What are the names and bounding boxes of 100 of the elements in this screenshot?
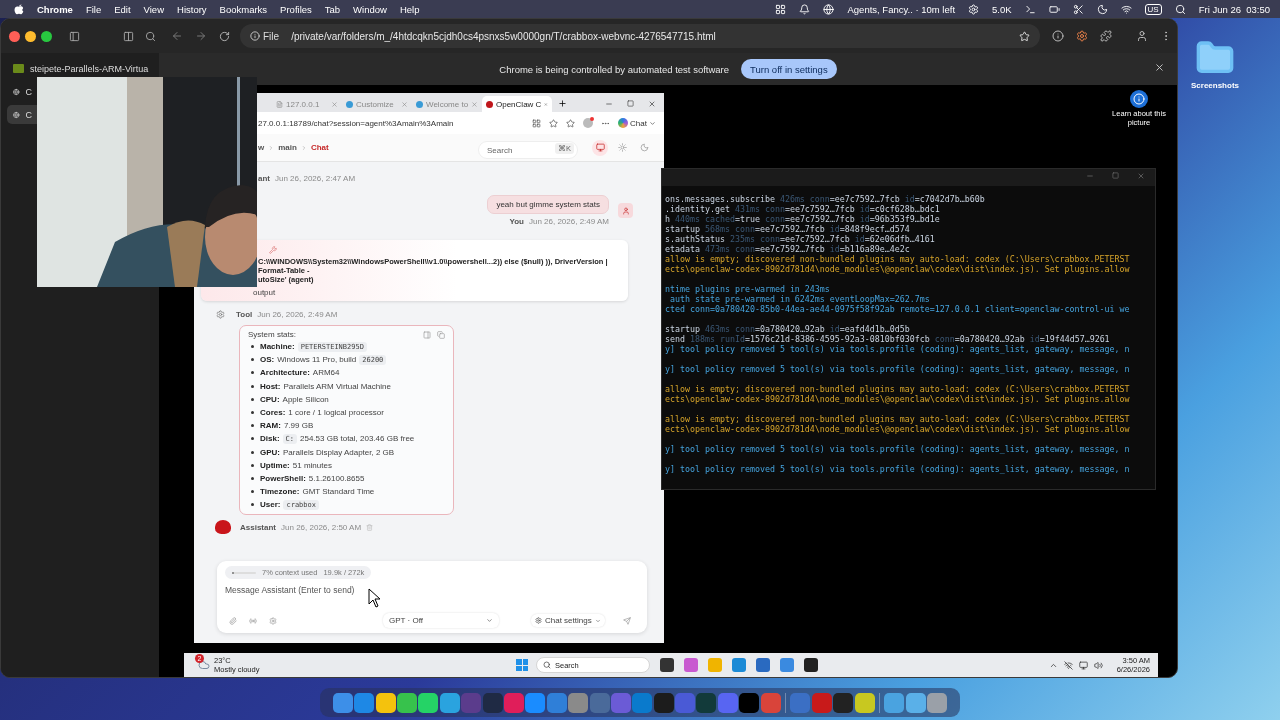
app-icon[interactable] [354,692,375,713]
app-icon[interactable] [525,692,546,713]
send-icon[interactable] [622,616,631,625]
favorite-icon[interactable] [549,118,559,128]
bullet-icon [251,437,254,441]
apple-icon[interactable] [14,3,24,15]
breadcrumb-link[interactable]: w [258,143,265,152]
address-bar[interactable]: File /private/var/folders/m_/4htdcqkn5cjdh0cs4psnxs5w0000gn/T/crabbox-webvnc-4276547715.html [240,24,1040,48]
forward-icon[interactable] [195,30,207,42]
reload-icon[interactable] [219,30,230,42]
terminal-icon[interactable] [1024,3,1036,15]
sidebar-icon[interactable] [69,30,80,42]
maximize-icon[interactable] [1112,172,1119,179]
search-icon[interactable] [145,30,156,42]
taskbar-app-icon[interactable] [684,658,698,672]
favorites-icon[interactable] [566,118,576,128]
new-tab-icon[interactable] [558,99,567,108]
notification-icon[interactable] [799,3,811,15]
browser-tab[interactable]: OpenClaw C [482,96,552,112]
theme-button[interactable] [592,139,608,156]
taskbar-app-icon[interactable] [756,658,770,672]
copy-icon[interactable] [437,330,445,339]
maximize-icon[interactable] [627,100,634,107]
menu-item[interactable]: Edit [114,3,131,15]
profile-avatar[interactable] [583,118,594,128]
app-icon[interactable] [375,692,396,713]
app-menu[interactable]: Chrome [37,3,73,15]
sidebar-item[interactable]: C [7,105,38,124]
close-icon[interactable] [1154,62,1165,73]
extension-icon[interactable] [1076,30,1088,42]
bullet-icon [251,371,254,375]
minimize-button[interactable] [25,30,36,42]
app-icon[interactable] [397,692,417,713]
taskbar-app-icon[interactable] [780,658,794,672]
stat-label: OS: [260,355,275,365]
stat-label: Uptime: [260,460,290,470]
menu-item[interactable]: Profiles [280,3,312,15]
copilot-button[interactable]: Chat [618,118,656,128]
chevron-icon [594,617,601,624]
search-icon[interactable] [1174,3,1186,15]
taskbar-app-icon[interactable] [804,658,818,672]
clock[interactable]: Fri Jun 26 03:50 [1198,3,1270,15]
extension-icon[interactable] [1052,30,1064,42]
network-icon[interactable] [1063,660,1073,670]
model-select[interactable]: GPT · Off [383,613,499,628]
panel-icon[interactable] [423,330,431,339]
app-icon[interactable] [854,692,875,713]
menu-item[interactable]: File [85,3,102,15]
stat-value: Apple Silicon [282,394,329,404]
attach-icon[interactable] [229,616,237,625]
battery-icon[interactable] [1048,3,1060,15]
globe-icon[interactable] [823,3,835,15]
voice-icon[interactable] [249,616,257,625]
moon-icon[interactable] [1096,3,1108,15]
url-text[interactable]: 27.0.0.1:18789/chat?session=agent%3Amain%3Amain [258,118,525,128]
chat-settings-button[interactable]: Chat settings [531,614,605,627]
breadcrumb-link[interactable]: main [278,143,297,152]
volume-icon[interactable] [1093,660,1103,670]
menu-item[interactable]: Help [399,3,420,15]
turn-off-button[interactable]: Turn off in settings [741,59,837,79]
bullet-icon [251,424,254,428]
minimize-icon[interactable] [605,100,613,108]
sidebar-item[interactable]: C [7,82,38,101]
info-icon[interactable] [1130,90,1148,108]
search-icon [543,661,551,669]
input-source[interactable]: US [1144,3,1162,15]
app-icon[interactable] [439,692,460,713]
menu-item[interactable]: Window [353,3,387,15]
sidebar-item[interactable]: steipete-Parallels-ARM-Virtua [7,59,155,78]
extensions-icon[interactable] [1100,30,1112,42]
menu-item[interactable]: View [143,3,164,15]
bookmark-icon[interactable] [1019,30,1030,42]
display-icon[interactable] [1078,660,1088,670]
cloud-icon[interactable] [198,659,210,671]
close-icon[interactable] [648,100,656,108]
taskbar-app-icon[interactable] [732,658,746,672]
zoom-button[interactable] [41,30,52,42]
start-icon[interactable] [516,659,528,671]
menu-item[interactable]: Bookmarks [219,3,268,15]
menu-item[interactable]: History [177,3,207,15]
tabs-icon[interactable] [123,30,134,42]
back-icon[interactable] [171,30,183,42]
log-line: y] tool policy removed 5 tool(s) via tools.profile (coding): agents_list, gateway, message, n [665,344,1131,354]
page-icon [276,100,283,108]
status-item[interactable]: Agents, Fancy.. · 10m left [847,3,956,15]
cursor-icon [368,588,382,608]
profile-icon[interactable] [1136,30,1148,42]
menu-item[interactable]: Tab [324,3,341,15]
scissors-icon[interactable] [1072,3,1084,15]
counter-item[interactable]: 5.0K [992,3,1012,15]
split-icon[interactable] [532,118,542,128]
breadcrumb-link[interactable]: Chat [310,143,329,152]
app-icon[interactable] [332,692,353,713]
folder-label[interactable]: Screenshots [1191,81,1239,90]
close-button[interactable] [9,30,20,42]
log-line: ects\openclaw-codex-8902d781d4\node_modules\@openclaw\codex\dist\index.js). Set plugins.allow [665,264,1131,274]
wifi-icon[interactable] [1120,3,1132,15]
app-icon[interactable] [418,692,439,713]
message-input[interactable]: Message Assistant (Enter to send) [225,585,639,595]
taskbar-app-icon[interactable] [660,658,674,672]
